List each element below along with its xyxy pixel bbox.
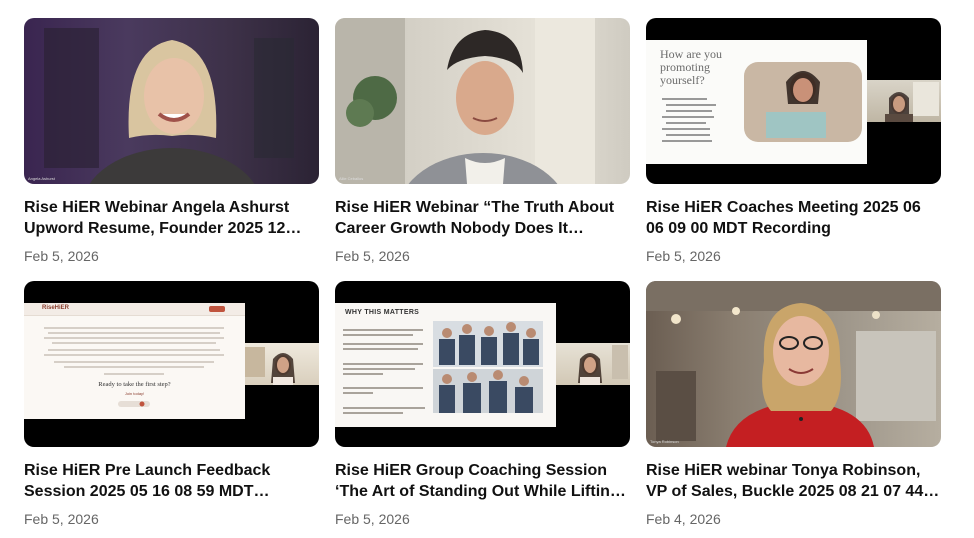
video-thumbnail[interactable]: Allie Ceballos	[335, 18, 630, 184]
video-date: Feb 5, 2026	[24, 248, 99, 264]
video-thumbnail[interactable]: WHY THIS MATTERS	[335, 281, 630, 447]
video-thumbnail[interactable]: Angela Ashurst	[24, 18, 319, 184]
person-illustration	[335, 18, 595, 184]
speaker-tag: Allie Ceballos	[339, 176, 364, 181]
participant-video	[245, 343, 319, 385]
video-date: Feb 5, 2026	[646, 248, 721, 264]
video-card[interactable]: RiseHiER Ready to take the first step? J…	[24, 281, 319, 528]
video-thumbnail[interactable]: Tonya Robinson	[646, 281, 941, 447]
video-card[interactable]: Tonya Robinson Rise HiER webinar Tonya R…	[646, 281, 941, 528]
video-thumbnail[interactable]: RiseHiER Ready to take the first step? J…	[24, 281, 319, 447]
video-date: Feb 5, 2026	[335, 511, 410, 527]
person-illustration	[44, 28, 294, 184]
slide-heading: Ready to take the first step?	[98, 381, 171, 388]
video-title[interactable]: Rise HiER Webinar Angela Ashurst Upword …	[24, 197, 319, 239]
video-card[interactable]: Angela Ashurst Rise HiER Webinar Angela …	[24, 18, 319, 265]
speaker-tag: Tonya Robinson	[650, 439, 679, 444]
video-card[interactable]: How are you promoting yourself? Rise HiE…	[646, 18, 941, 265]
video-title[interactable]: Rise HiER Group Coaching Session ‘The Ar…	[335, 460, 630, 502]
speaker-tag: Angela Ashurst	[28, 176, 55, 181]
presentation-slide: RiseHiER Ready to take the first step? J…	[24, 303, 245, 419]
video-date: Feb 4, 2026	[646, 511, 721, 527]
video-title[interactable]: Rise HiER Coaches Meeting 2025 06 06 09 …	[646, 197, 941, 239]
slide-cta: Join today!	[124, 391, 145, 396]
participant-video	[556, 343, 630, 385]
presentation-slide: How are you promoting yourself?	[646, 40, 867, 164]
presentation-slide: WHY THIS MATTERS	[335, 303, 556, 427]
video-card[interactable]: Allie Ceballos Rise HiER Webinar “The Tr…	[335, 18, 630, 265]
participant-video	[867, 80, 941, 122]
video-date: Feb 5, 2026	[24, 511, 99, 527]
video-thumbnail[interactable]: How are you promoting yourself?	[646, 18, 941, 184]
video-title[interactable]: Rise HiER Pre Launch Feedback Session 20…	[24, 460, 319, 502]
video-card[interactable]: WHY THIS MATTERS Rise HiER Group Coachin…	[335, 281, 630, 528]
video-title[interactable]: Rise HiER Webinar “The Truth About Caree…	[335, 197, 630, 239]
video-date: Feb 5, 2026	[335, 248, 410, 264]
person-illustration	[646, 281, 941, 447]
video-title[interactable]: Rise HiER webinar Tonya Robinson, VP of …	[646, 460, 941, 502]
